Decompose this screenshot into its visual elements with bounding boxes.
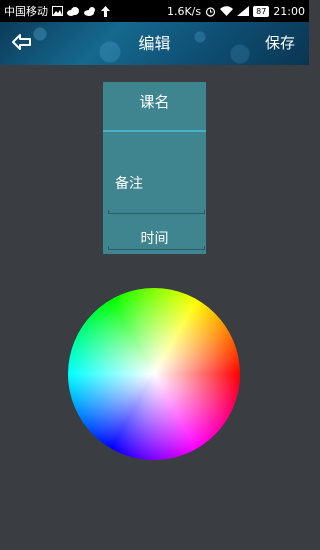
network-speed: 1.6K/s: [166, 4, 202, 18]
clock: 21:00: [273, 4, 305, 18]
time-label: 时间: [140, 231, 169, 247]
note-field-underline: [108, 210, 205, 214]
course-name-label: 课名: [139, 93, 170, 111]
signal-icon: [237, 6, 250, 16]
weather-sun-cloud-icon: [84, 6, 97, 16]
carrier-label: 中国移动: [4, 5, 48, 18]
action-bar: 编辑 保存: [0, 22, 309, 65]
time-field-underline: [108, 246, 205, 250]
page-title: 编辑: [138, 34, 171, 53]
battery-icon: 87: [253, 5, 270, 17]
wifi-icon: [220, 6, 234, 16]
save-button[interactable]: 保存: [265, 22, 295, 65]
alarm-icon: [205, 6, 216, 17]
note-field[interactable]: [103, 134, 206, 216]
color-wheel-picker[interactable]: [68, 288, 240, 460]
weather-cloud-icon: [67, 6, 80, 16]
status-bar: 中国移动 1.6K/s 87 21:00: [0, 0, 309, 22]
course-name-field[interactable]: 课名: [103, 82, 206, 132]
image-icon: [52, 6, 63, 16]
upload-arrow-icon: [101, 5, 110, 17]
